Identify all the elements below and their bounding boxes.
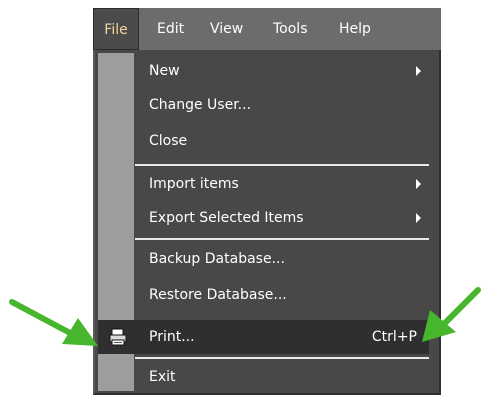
menu-item-export-selected[interactable]: Export Selected Items: [135, 201, 429, 235]
menu-item-exit[interactable]: Exit: [135, 360, 429, 394]
menu-separator: [135, 357, 429, 359]
printer-icon: [109, 328, 127, 346]
menu-item-close[interactable]: Close: [135, 124, 429, 158]
menu-item-label: Export Selected Items: [149, 210, 304, 226]
menu-item-label: Print...: [149, 329, 195, 345]
chevron-right-icon: [416, 66, 421, 76]
file-menu-dropdown: New Change User... Close Import items Ex…: [93, 50, 441, 395]
green-arrow-icon: [422, 287, 481, 342]
menu-item-label: Close: [149, 133, 188, 149]
shortcut-label: Ctrl+P: [371, 329, 417, 345]
menu-item-change-user[interactable]: Change User...: [135, 88, 429, 122]
menu-item-label: Import items: [149, 176, 239, 192]
green-arrow-icon: [9, 299, 98, 346]
menu-item-label: Exit: [149, 369, 176, 385]
menu-item-label: Change User...: [149, 97, 252, 113]
menu-bar: File Edit View Tools Help: [93, 8, 441, 50]
menu-item-new[interactable]: New: [135, 54, 429, 88]
menu-edit[interactable]: Edit: [157, 8, 184, 50]
menu-item-label: Backup Database...: [149, 251, 285, 267]
menu-separator: [135, 164, 429, 166]
menu-tools[interactable]: Tools: [273, 8, 308, 50]
menu-separator: [135, 238, 429, 240]
menu-item-label: New: [149, 63, 180, 79]
chevron-right-icon: [416, 179, 421, 189]
menu-item-label: Restore Database...: [149, 287, 287, 303]
menu-view[interactable]: View: [210, 8, 243, 50]
menu-item-print[interactable]: Print... Ctrl+P: [98, 320, 429, 354]
menu-item-restore-database[interactable]: Restore Database...: [135, 278, 429, 312]
menu-item-backup-database[interactable]: Backup Database...: [135, 242, 429, 276]
menu-help[interactable]: Help: [339, 8, 371, 50]
chevron-right-icon: [416, 213, 421, 223]
menu-item-import-items[interactable]: Import items: [135, 167, 429, 201]
menu-file[interactable]: File: [93, 8, 139, 50]
